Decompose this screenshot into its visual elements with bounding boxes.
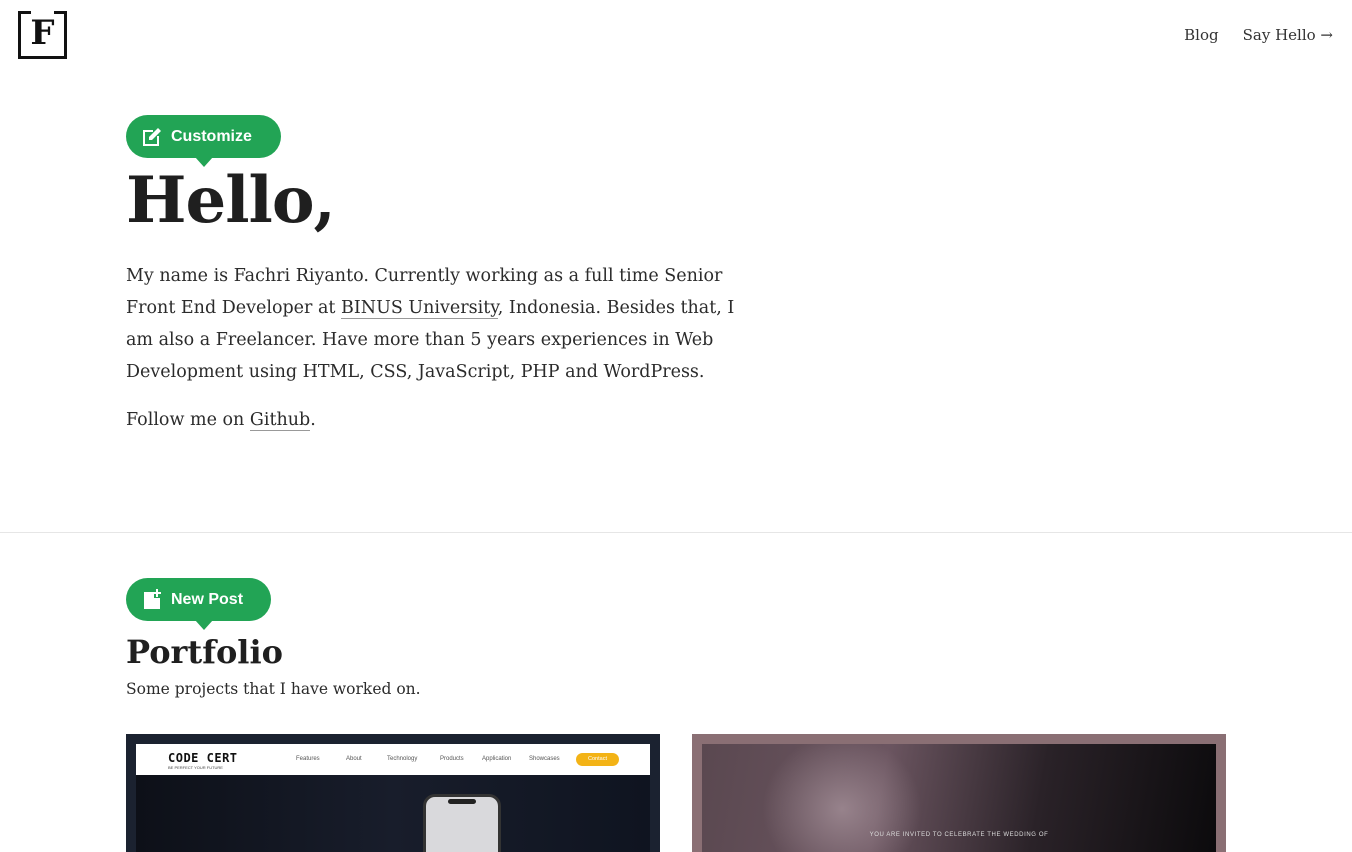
customize-label: Customize	[171, 127, 252, 145]
portfolio-thumbnail: YOU ARE INVITED TO CELEBRATE THE WEDDING…	[702, 744, 1216, 852]
github-link[interactable]: Github	[249, 410, 311, 431]
thumb-logo: CODE CERT	[168, 751, 238, 765]
new-post-label: New Post	[171, 590, 244, 608]
portfolio-title: Portfolio	[126, 633, 283, 671]
thumb-menu-item: Application	[482, 756, 512, 762]
portfolio-subtitle: Some projects that I have worked on.	[126, 680, 421, 698]
portfolio-thumbnail: CODE CERT BE PERFECT YOUR FUTURE Feature…	[136, 744, 650, 852]
logo-bracket-bottom	[18, 56, 67, 59]
thumb-menu-item: About	[346, 756, 362, 762]
portfolio-card-wedding[interactable]: YOU ARE INVITED TO CELEBRATE THE WEDDING…	[692, 734, 1226, 852]
thumb-navbar: CODE CERT BE PERFECT YOUR FUTURE Feature…	[136, 744, 650, 775]
site-logo[interactable]: F	[18, 11, 68, 59]
new-post-button[interactable]: New Post	[126, 578, 271, 630]
edit-icon	[140, 125, 164, 149]
portfolio-card-codecert[interactable]: CODE CERT BE PERFECT YOUR FUTURE Feature…	[126, 734, 660, 852]
thumb-invitation-text: YOU ARE INVITED TO CELEBRATE THE WEDDING…	[869, 832, 1049, 838]
new-post-icon	[140, 588, 164, 612]
follow-text: Follow me on	[126, 410, 250, 430]
thumb-menu-item: Features	[296, 756, 320, 762]
thumb-hero	[136, 775, 650, 852]
top-nav: Blog Say Hello →	[1184, 26, 1333, 44]
customize-button[interactable]: Customize	[126, 115, 281, 167]
binus-link[interactable]: BINUS University	[341, 298, 498, 319]
follow-line: Follow me on Github.	[126, 404, 316, 436]
thumb-menu-item: Products	[440, 756, 464, 762]
hero-intro: My name is Fachri Riyanto. Currently wor…	[126, 260, 766, 388]
section-divider	[0, 532, 1352, 533]
nav-link-say-hello[interactable]: Say Hello →	[1243, 26, 1333, 44]
thumb-contact-button: Contact	[576, 753, 619, 766]
hero-title: Hello,	[126, 163, 336, 238]
thumb-menu-item: Showcases	[529, 756, 560, 762]
thumb-menu-item: Technology	[387, 756, 418, 762]
nav-link-blog[interactable]: Blog	[1184, 26, 1218, 44]
phone-notch	[448, 799, 476, 804]
thumb-logo-tagline: BE PERFECT YOUR FUTURE	[168, 765, 223, 770]
phone-mockup	[423, 794, 501, 852]
logo-letter: F	[30, 13, 55, 53]
follow-period: .	[310, 410, 316, 430]
